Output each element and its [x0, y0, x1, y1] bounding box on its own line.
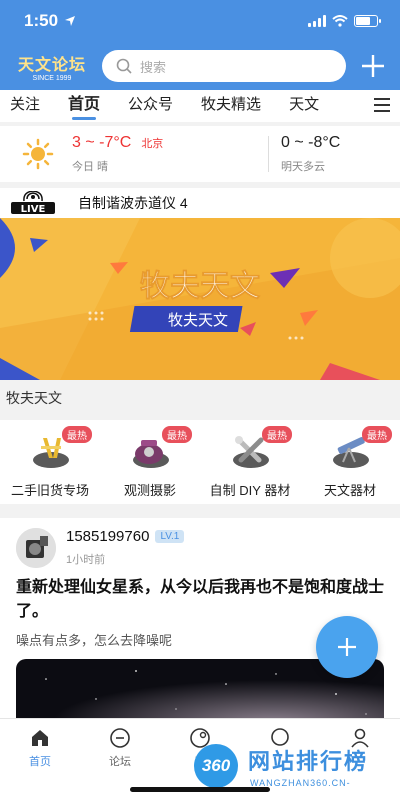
level-badge: LV.1 — [155, 530, 185, 543]
category-observation[interactable]: 最热 观测摄影 — [100, 420, 200, 504]
nav-label: 首页 — [29, 756, 51, 768]
section-title: 牧夫天文 — [6, 390, 62, 406]
category-secondhand[interactable]: 最热 二手旧货专场 — [0, 420, 100, 504]
category-label: 二手旧货专场 — [10, 483, 89, 498]
forum-icon — [110, 728, 130, 748]
weather-today: 3 ~ -7°C 北京 今日 晴 — [72, 134, 252, 174]
logo-since: SINCE 1999 — [32, 74, 72, 82]
promo-banner[interactable]: 牧夫天文 牧夫天文 — [0, 218, 400, 380]
tab-follow[interactable]: 关注 — [10, 90, 40, 122]
top-bar: 1:50 天文论坛 SINCE 1999 搜索 — [0, 0, 400, 90]
status-bar: 1:50 — [0, 0, 400, 42]
hot-badge: 最热 — [162, 426, 192, 443]
add-button[interactable] — [356, 49, 390, 83]
home-icon — [32, 730, 48, 746]
live-row[interactable]: LIVE 自制谐波赤道仪 4 — [0, 188, 400, 218]
watermark-text: 网站排行榜 — [248, 749, 369, 774]
post-time: 1小时前 — [66, 554, 106, 566]
weather-card[interactable]: 3 ~ -7°C 北京 今日 晴 0 ~ -8°C 明天多云 — [0, 126, 400, 182]
search-icon — [116, 58, 132, 74]
category-label: 自制 DIY 器材 — [209, 483, 291, 498]
plus-icon — [338, 638, 356, 656]
hot-badge: 最热 — [62, 426, 92, 443]
status-icons — [308, 15, 381, 27]
hot-badge: 最热 — [362, 426, 392, 443]
live-title: 自制谐波赤道仪 4 — [78, 195, 188, 211]
status-time: 1:50 — [24, 11, 76, 31]
avatar[interactable] — [16, 528, 56, 568]
hot-badge: 最热 — [262, 426, 292, 443]
weather-divider — [268, 136, 269, 172]
post-title[interactable]: 重新处理仙女星系，从今以后我再也不是饱和度战士了。 — [16, 576, 384, 624]
sun-icon — [22, 138, 54, 170]
logo-text: 天文论坛 — [17, 54, 86, 74]
post-username[interactable]: 1585199760 — [66, 528, 149, 545]
wifi-icon — [332, 15, 348, 27]
floating-add-button[interactable] — [316, 616, 378, 678]
header: 天文论坛 SINCE 1999 搜索 — [0, 42, 400, 90]
location-arrow-icon — [65, 16, 76, 26]
tab-astronomy[interactable]: 天文 — [289, 90, 319, 122]
clock-text: 1:50 — [24, 11, 59, 30]
app-screen: 1:50 天文论坛 SINCE 1999 搜索 关注 首页 公众号 牧夫精选 天… — [0, 0, 400, 800]
search-input[interactable]: 搜索 — [102, 50, 346, 82]
category-diy[interactable]: 最热 自制 DIY 器材 — [200, 420, 300, 504]
channel-tabs: 关注 首页 公众号 牧夫精选 天文 — [0, 90, 400, 122]
banner-main-text: 牧夫天文 — [140, 269, 260, 304]
weather-tomorrow: 0 ~ -8°C 明天多云 — [281, 134, 340, 174]
nav-label: 论坛 — [109, 756, 131, 768]
category-label: 观测摄影 — [123, 483, 176, 498]
category-label: 天文器材 — [323, 483, 376, 498]
tab-fade — [340, 90, 370, 122]
home-indicator — [130, 787, 270, 792]
battery-icon — [354, 15, 381, 27]
nav-home[interactable]: 首页 — [0, 719, 80, 800]
menu-icon[interactable] — [374, 98, 390, 116]
tomorrow-temp: 0 ~ -8°C — [281, 134, 341, 151]
category-row: 最热 二手旧货专场 最热 观测摄影 最热 自制 DIY 器材 最热 天文器材 — [0, 420, 400, 504]
watermark-logo: 360 — [194, 744, 238, 788]
category-equipment[interactable]: 最热 天文器材 — [300, 420, 400, 504]
tab-home[interactable]: 首页 — [68, 90, 100, 122]
plus-icon — [362, 55, 384, 77]
live-badge-text: LIVE — [21, 204, 46, 215]
today-city: 北京 — [141, 138, 164, 150]
today-temp: 3 ~ -7°C — [72, 134, 132, 151]
live-icon: LIVE — [11, 191, 55, 215]
forum-logo[interactable]: 天文论坛 SINCE 1999 — [12, 46, 92, 86]
tomorrow-desc: 明天多云 — [281, 161, 325, 173]
tab-official[interactable]: 公众号 — [128, 90, 173, 122]
search-placeholder: 搜索 — [140, 59, 167, 75]
signal-icon — [308, 15, 326, 27]
banner-sub-text: 牧夫天文 — [168, 311, 228, 329]
tab-featured[interactable]: 牧夫精选 — [201, 90, 261, 122]
post-header: 1585199760 LV.1 1小时前 — [16, 528, 384, 568]
today-desc: 今日 晴 — [72, 161, 109, 173]
